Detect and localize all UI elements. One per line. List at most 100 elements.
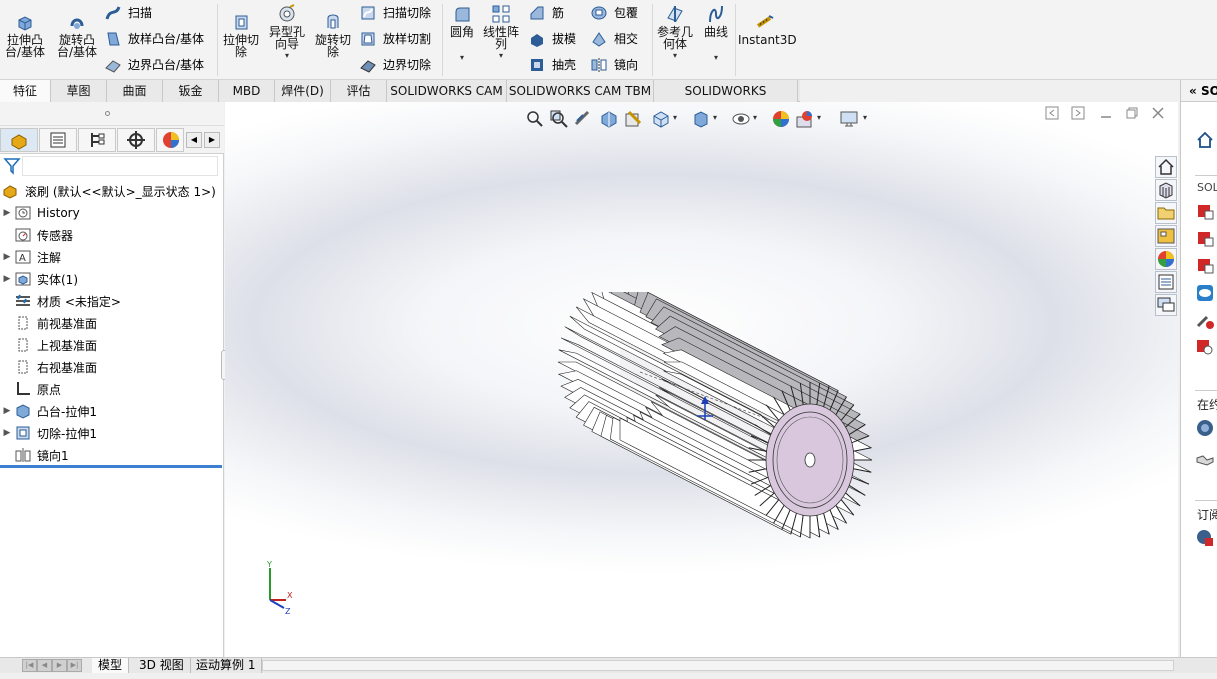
hole-wizard-dropdown-icon[interactable]: ▾	[266, 50, 308, 62]
graphics-area[interactable]: ▾ ▾ ▾ ▾ ▾ Y X Z	[225, 102, 1178, 657]
design-library-tab[interactable]	[1155, 179, 1177, 201]
fillet-dropdown-icon[interactable]: ▾	[446, 52, 478, 64]
dynamic-annotation-icon[interactable]	[623, 109, 643, 129]
section-view-icon[interactable]	[599, 109, 619, 129]
expand-arrow-icon[interactable]: ▶	[0, 406, 14, 416]
rib-button[interactable]: 筋	[528, 2, 564, 24]
tree-item-history[interactable]: ▶ History	[0, 202, 224, 224]
tab-weldments[interactable]: 焊件(D)	[275, 80, 331, 102]
minimize-icon[interactable]	[1099, 106, 1113, 120]
linear-pattern-dropdown-icon[interactable]: ▾	[482, 50, 520, 62]
panel-collapse-handle[interactable]	[0, 102, 224, 126]
featuremanager-tab[interactable]	[0, 128, 38, 152]
last-tab-button[interactable]: ▶|	[67, 659, 82, 672]
tree-item-mirror1[interactable]: 镜向1	[0, 444, 224, 466]
reference-geometry-dropdown-icon[interactable]: ▾	[655, 50, 695, 62]
solidworks-part-icon[interactable]	[1195, 202, 1215, 222]
expand-arrow-icon[interactable]: ▶	[0, 428, 14, 438]
extrude-boss-button[interactable]: 拉伸凸 台/基体	[4, 12, 46, 58]
rollback-bar[interactable]	[0, 465, 222, 468]
solidworks-viewer-icon[interactable]	[1195, 283, 1215, 303]
tree-item-material[interactable]: 材质 <未指定>	[0, 290, 224, 312]
tab-model[interactable]: 模型	[92, 658, 130, 673]
shell-button[interactable]: 抽壳	[528, 54, 576, 76]
tab-evaluate[interactable]: 评估	[331, 80, 387, 102]
tab-mbd[interactable]: MBD	[219, 80, 275, 102]
tree-item-cut-extrude1[interactable]: ▶ 切除-拉伸1	[0, 422, 224, 444]
view-palette-tab[interactable]	[1155, 225, 1177, 247]
previous-tab-button[interactable]: ◀	[37, 659, 52, 672]
lofted-cut-button[interactable]: 放样切割	[359, 28, 431, 50]
tree-item-solid-bodies[interactable]: ▶ 实体(1)	[0, 268, 224, 290]
display-style-icon[interactable]	[691, 109, 711, 129]
tab-surfaces[interactable]: 曲面	[107, 80, 163, 102]
curves-button[interactable]: 曲线 ▾	[700, 4, 732, 64]
mirror-button[interactable]: 镜向	[590, 54, 638, 76]
tab-motion-study-1[interactable]: 运动算例 1	[190, 658, 263, 673]
tab-3d-views[interactable]: 3D 视图	[133, 658, 191, 673]
forum-tab[interactable]	[1155, 294, 1177, 316]
propertymanager-tab[interactable]	[39, 128, 77, 152]
intersect-button[interactable]: 相交	[590, 28, 638, 50]
horizontal-scrollbar[interactable]	[262, 660, 1174, 671]
revolve-boss-button[interactable]: 旋转凸 台/基体	[55, 12, 99, 58]
collapse-pane-icon[interactable]: «	[1189, 84, 1197, 98]
panel-tabs-scroll-right-button[interactable]: ▶	[204, 132, 220, 148]
apply-scene-icon[interactable]	[795, 109, 815, 129]
tree-item-top-plane[interactable]: 上视基准面	[0, 334, 224, 356]
displaymanager-tab[interactable]	[156, 128, 184, 152]
view-orientation-dropdown-icon[interactable]: ▾	[673, 113, 677, 122]
tile-left-icon[interactable]	[1045, 106, 1059, 120]
home-icon[interactable]	[1195, 130, 1215, 150]
panel-tabs-scroll-left-button[interactable]: ◀	[186, 132, 202, 148]
tree-item-right-plane[interactable]: 右视基准面	[0, 356, 224, 378]
tree-item-front-plane[interactable]: 前视基准面	[0, 312, 224, 334]
view-settings-dropdown-icon[interactable]: ▾	[863, 113, 867, 122]
tab-sketch[interactable]: 草图	[51, 80, 107, 102]
sweep-button[interactable]: 扫描	[104, 2, 152, 24]
subscription-services-icon[interactable]	[1195, 528, 1215, 548]
view-settings-icon[interactable]	[839, 109, 859, 129]
curves-dropdown-icon[interactable]: ▾	[700, 52, 732, 64]
hide-show-dropdown-icon[interactable]: ▾	[753, 113, 757, 122]
solidworks-assembly-icon[interactable]	[1195, 229, 1215, 249]
appearances-tab[interactable]	[1155, 248, 1177, 270]
handshake-icon[interactable]	[1195, 450, 1215, 470]
tab-solidworks-cam[interactable]: SOLIDWORKS CAM	[387, 80, 507, 102]
configurationmanager-tab[interactable]	[78, 128, 116, 152]
solidworks-explorer-icon[interactable]	[1195, 337, 1215, 357]
boundary-cut-button[interactable]: 边界切除	[359, 54, 431, 76]
zoom-to-fit-icon[interactable]	[525, 109, 545, 129]
next-tab-button[interactable]: ▶	[52, 659, 67, 672]
expand-arrow-icon[interactable]: ▶	[0, 208, 14, 218]
loft-boss-button[interactable]: 放样凸台/基体	[104, 28, 204, 50]
filter-field[interactable]	[22, 156, 218, 176]
display-style-dropdown-icon[interactable]: ▾	[713, 113, 717, 122]
solidworks-tools-icon[interactable]	[1195, 310, 1215, 330]
solidworks-drawing-icon[interactable]	[1195, 256, 1215, 276]
reference-geometry-button[interactable]: 参考几 何体 ▾	[655, 4, 695, 62]
draft-button[interactable]: 拔模	[528, 28, 576, 50]
linear-pattern-button[interactable]: 线性阵 列 ▾	[482, 4, 520, 62]
tab-solidworks-cam-tbm[interactable]: SOLIDWORKS CAM TBM	[507, 80, 654, 102]
view-orientation-icon[interactable]	[651, 109, 671, 129]
tree-item-annotations[interactable]: ▶ A 注解	[0, 246, 224, 268]
tab-solidworks-inspection[interactable]: SOLIDWORKS Inspection	[654, 80, 798, 120]
tree-item-origin[interactable]: 原点	[0, 378, 224, 400]
custom-properties-tab[interactable]	[1155, 271, 1177, 293]
restore-icon[interactable]	[1125, 106, 1139, 120]
wrap-button[interactable]: 包覆	[590, 2, 638, 24]
tree-item-sensors[interactable]: 传感器	[0, 224, 224, 246]
online-resources-icon[interactable]	[1195, 418, 1215, 438]
zoom-to-area-icon[interactable]	[549, 109, 569, 129]
first-tab-button[interactable]: |◀	[22, 659, 37, 672]
solidworks-resources-tab[interactable]	[1155, 156, 1177, 178]
previous-view-icon[interactable]	[573, 109, 593, 129]
apply-scene-dropdown-icon[interactable]: ▾	[817, 113, 821, 122]
instant3d-button[interactable]: Instant3D	[738, 12, 797, 46]
roller-brush-model[interactable]	[545, 292, 885, 572]
expand-arrow-icon[interactable]: ▶	[0, 252, 14, 262]
extrude-cut-button[interactable]: 拉伸切 除	[220, 12, 262, 58]
close-icon[interactable]	[1151, 106, 1165, 120]
revolve-cut-button[interactable]: 旋转切 除	[312, 12, 354, 58]
